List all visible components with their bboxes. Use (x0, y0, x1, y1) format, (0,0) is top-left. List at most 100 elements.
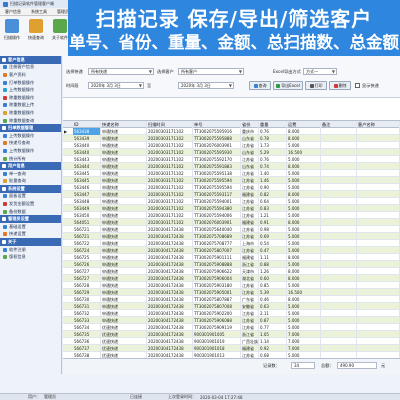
sidebar-item-25[interactable]: 软件注册 (0, 246, 61, 254)
sidebar-group-21[interactable]: 管理员设置 (0, 215, 61, 224)
col-remark[interactable]: 备注 (321, 121, 357, 128)
table-row[interactable]: 566737 优速快递 20200304172438 900301901018 福建省 0… (63, 345, 400, 352)
cell-number: TT3002075595930 (193, 149, 241, 156)
col-amount[interactable]: 运费 (287, 121, 321, 128)
cell-id: 563449 (73, 205, 101, 212)
col-express[interactable]: 快递名称 (101, 121, 147, 128)
date-from-field[interactable]: 2020年 3月 3日 ▼ (88, 82, 144, 89)
sidebar-item-12[interactable]: 上传数据操作 (0, 147, 61, 155)
table-row[interactable]: 566727 申通快递 20200304172438 TT3002075906622 天… (63, 268, 400, 275)
sidebar-item-5[interactable]: 称重数据操作 (0, 94, 61, 102)
show-express-checkbox[interactable] (355, 83, 360, 88)
col-id[interactable]: ID (73, 121, 101, 128)
search-button[interactable]: 查询 (249, 81, 271, 90)
sidebar-item-6[interactable]: 称重数据上传 (0, 102, 61, 110)
menu-item-icon (3, 209, 7, 214)
sidebar-item-20[interactable]: 备份数据 (0, 208, 61, 216)
table-row[interactable]: 563450 申通快递 20200303171102 TT3002075594006 江… (63, 212, 400, 219)
print-button[interactable]: 打印 (305, 81, 327, 90)
table-row[interactable]: 566729 申通快递 20200304172438 TT3002075905001 江… (63, 289, 400, 296)
table-row[interactable]: ▶ 563438 申通快递 20200303171102 TT3002075595916… (63, 128, 400, 135)
table-row[interactable]: 566735 优速快递 20200304172438 900301901005 浙江省 1… (63, 331, 400, 338)
cell-number: TT3002075594380 (193, 205, 241, 212)
table-row[interactable]: 566722 申通快递 20200304172438 TT3002075708777 上… (63, 240, 400, 247)
sidebar-item-19[interactable]: 发货金额设置 (0, 200, 61, 208)
cell-time: 20200303171102 (147, 163, 193, 170)
col-time[interactable]: 扫描时间 (147, 121, 193, 128)
cell-customer (357, 331, 400, 338)
sidebar-item-8[interactable]: 称重数据查询 (0, 117, 61, 125)
table-row[interactable]: 566732 申通快递 20200304172438 TT3002075902200 江… (63, 310, 400, 317)
sidebar-item-11[interactable]: 快递号查询 (0, 140, 61, 148)
toolbar-query-button[interactable]: 快速查询 (26, 19, 46, 41)
cell-province: 安徽省 (241, 303, 259, 310)
table-row[interactable]: 563445 申通快递 20200303171102 TT3002075595138 江… (63, 170, 400, 177)
cell-express: 优速快递 (101, 324, 147, 331)
table-row[interactable]: 566727 申通快递 20200304172438 TT3002075906004 湖… (63, 275, 400, 282)
delete-button[interactable]: 删除 (329, 81, 351, 90)
sidebar-item-13[interactable]: 统计所有 (0, 155, 61, 163)
table-row[interactable]: 566731 申通快递 20200304172438 TT3002075807008 安… (63, 303, 400, 310)
col-weight[interactable]: 重量 (259, 121, 287, 128)
table-row[interactable]: 564051 申通快递 20200303171102 TT3002076003901 福… (63, 219, 400, 226)
sidebar-item-16[interactable]: 批量查询 (0, 178, 61, 186)
sidebar-item-10[interactable]: 上传数据操作 (0, 132, 61, 140)
sidebar-group-9[interactable]: 扫单数据管理 (0, 124, 61, 132)
menu-customer[interactable]: 客户信息 (0, 9, 26, 15)
col-province[interactable]: 省份 (241, 121, 259, 128)
table-row[interactable]: 563443 申通快递 20200303171102 TT3002075592170 江… (63, 156, 400, 163)
table-row[interactable]: 563446 申通快递 20200303171102 TT3002075595594 江… (63, 184, 400, 191)
cell-remark (321, 156, 357, 163)
export-excel-button[interactable]: 导出Excel (273, 81, 303, 90)
table-row[interactable]: 566730 申通快递 20200304172438 TT3002075807887 广… (63, 296, 400, 303)
sidebar-group-24[interactable]: 关于 (0, 238, 61, 246)
table-row[interactable]: 563448 申通快递 20200303171102 TT3002075594001 江… (63, 198, 400, 205)
sidebar-group-17[interactable]: 系统设置 (0, 185, 61, 193)
sidebar-item-18[interactable]: 面板设置 (0, 193, 61, 201)
sidebar-item-26[interactable]: 版权信息 (0, 253, 61, 261)
express-select[interactable]: 所有快递 ▼ (88, 68, 154, 75)
table-row[interactable]: 566728 申通快递 20200304172438 TT3002075903180 江… (63, 282, 400, 289)
cell-number: TT3002075903180 (193, 282, 241, 289)
sidebar-item-label: 用户信息 (8, 163, 25, 169)
sidebar-group-0[interactable]: 客户信息 (0, 56, 61, 64)
cell-province: 江苏省 (241, 156, 259, 163)
col-customer[interactable]: 客户名称 (357, 121, 400, 128)
total-label: 总额： (321, 363, 334, 368)
chevron-down-icon: ▼ (238, 69, 242, 74)
format-select[interactable]: 方式一 ▼ (303, 68, 337, 75)
toolbar-about-button[interactable]: 关于软件 (50, 19, 70, 41)
sidebar-item-2[interactable]: 客户资料 (0, 71, 61, 79)
cell-weight: 0.92 (259, 345, 287, 352)
cell-time: 20200304172438 (147, 289, 193, 296)
table-row[interactable]: 566721 申通快递 20200304172438 TT3002075640040 江… (63, 226, 400, 233)
table-row[interactable]: 563444 申通快递 20200303171102 TT3002075591883 山… (63, 163, 400, 170)
table-row[interactable]: 566726 申通快递 20200304172438 TT3002075908888 浙… (63, 261, 400, 268)
sidebar-item-7[interactable]: 称重数据操作 (0, 109, 61, 117)
sidebar-item-3[interactable]: 打单数据操作 (0, 79, 61, 87)
customer-select[interactable]: 所有客户 ▼ (178, 68, 244, 75)
sidebar-item-1[interactable]: 注册客户信息 (0, 64, 61, 72)
sidebar-item-4[interactable]: 上传数据操作 (0, 86, 61, 94)
toolbar-scan-button[interactable]: 扫描操作 (2, 19, 22, 41)
date-to-field[interactable]: 2020年 3月 3日 ▼ (178, 82, 234, 89)
table-row[interactable]: 563440 申通快递 20200303171102 TT3002075595930 山… (63, 149, 400, 156)
table-row[interactable]: 563449 申通快递 20200303171102 TT3002075594380 江… (63, 205, 400, 212)
table-row[interactable]: 566734 优速快递 20200304172438 TT3002075909119 江… (63, 324, 400, 331)
table-row[interactable]: 563439 申通快递 20200303171102 TT3002075595888 山… (63, 135, 400, 142)
sidebar-item-15[interactable]: 单一查询 (0, 170, 61, 178)
cell-customer (357, 156, 400, 163)
col-number[interactable]: 单号 (193, 121, 241, 128)
table-row[interactable]: 566736 优速快递 20200304172438 900301901019 广西壮族… (63, 338, 400, 345)
sidebar-group-14[interactable]: 用户信息 (0, 162, 61, 170)
sidebar-item-23[interactable]: 快递设置 (0, 231, 61, 239)
table-row[interactable]: 563440 申通快递 20200303171102 TT3002076003901 江… (63, 142, 400, 149)
sidebar-item-22[interactable]: 基础设置 (0, 223, 61, 231)
table-row[interactable]: 566721 申通快递 20200304172438 TT3002075708689 江… (63, 233, 400, 240)
table-row[interactable]: 566733 申通快递 20200304172438 TT3002075906088 江… (63, 317, 400, 324)
table-row[interactable]: 566724 申通快递 20200304172438 TT3002075807007 江… (63, 247, 400, 254)
menu-tools[interactable]: 系统工具 (26, 9, 52, 15)
table-row[interactable]: 566725 申通快递 20200304172438 TT3002075901111 福… (63, 254, 400, 261)
table-row[interactable]: 563445 申通快递 20200303171102 TT3002075595594 江… (63, 177, 400, 184)
table-row[interactable]: 563447 申通快递 20200303171102 TT3002075593117 福… (63, 191, 400, 198)
